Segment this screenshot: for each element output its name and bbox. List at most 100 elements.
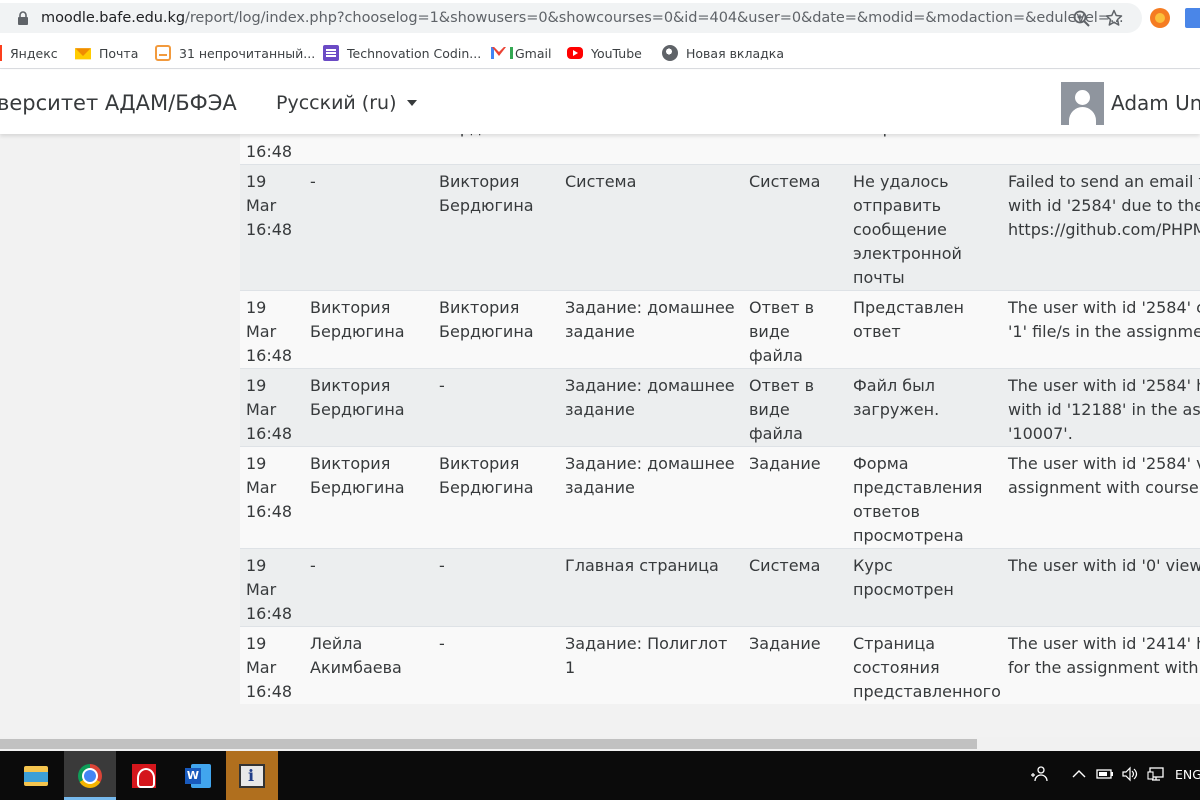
- time-line: Mar: [246, 658, 277, 677]
- table-row: 19 Mar 16:48 Виктория Бердюгина Виктория Бер…: [240, 290, 1200, 369]
- bookmark-inbox[interactable]: 31 непрочитанный...: [155, 43, 315, 63]
- cell-event-context[interactable]: Задание: домашнее задание: [559, 290, 743, 369]
- cell-affected-user[interactable]: Виктория Бердюгина: [433, 446, 559, 549]
- cell-event-context: [559, 134, 743, 165]
- cell-full-name[interactable]: Лейла Акимбаева: [304, 626, 433, 704]
- technovation-icon: [323, 45, 339, 61]
- description-line: Failed to send an email fr: [1008, 172, 1200, 191]
- site-navbar: верситет АДАМ/БФЭА Русский (ru) Adam Uni: [0, 70, 1200, 134]
- cell-affected-user[interactable]: Виктория Бердюгина: [433, 290, 559, 369]
- site-name-link[interactable]: верситет АДАМ/БФЭА: [0, 90, 237, 116]
- cell-affected-user[interactable]: Виктория Бердюгина: [433, 164, 559, 291]
- battery-icon[interactable]: [1096, 765, 1114, 783]
- page-content: Mar16:48Бердюгинаотправлено19Mar16:48-Ви…: [0, 134, 1200, 737]
- user-menu-name[interactable]: Adam Uni: [1111, 91, 1200, 115]
- avatar-body: [1069, 107, 1096, 125]
- time-line: 19: [246, 376, 267, 395]
- cell-time: Mar16:48: [240, 134, 304, 165]
- cell-full-name: [304, 134, 433, 165]
- yandex-icon: [0, 45, 2, 61]
- language-label: Русский (ru): [276, 92, 397, 114]
- cell-description: Failed to send an email fr with id '2584'…: [1002, 164, 1200, 291]
- url-text[interactable]: moodle.bafe.edu.kg/report/log/index.php?…: [41, 9, 1124, 27]
- language-menu[interactable]: Русский (ru): [276, 91, 417, 115]
- google-translate-icon[interactable]: [1185, 8, 1200, 28]
- url-host: moodle.bafe.edu.kg: [41, 10, 185, 26]
- scrollbar-thumb[interactable]: [0, 739, 977, 749]
- extension-icon[interactable]: [1150, 8, 1170, 28]
- volume-icon[interactable]: [1121, 765, 1139, 783]
- address-bar[interactable]: moodle.bafe.edu.kg/report/log/index.php?…: [0, 3, 1142, 33]
- time-line: Mar: [246, 322, 277, 341]
- cell-component: Система: [743, 164, 847, 291]
- bookmark-label: Новая вкладка: [686, 45, 784, 61]
- cell-time: 19 Mar 16:48: [240, 290, 304, 369]
- cell-affected-user: -: [433, 368, 559, 447]
- cell-affected-user[interactable]: Бердюгина: [433, 134, 559, 165]
- cell-event-context[interactable]: Задание: домашнее задание: [559, 368, 743, 447]
- bookmark-technovation[interactable]: Technovation Codin...: [323, 43, 481, 63]
- taskbar-word[interactable]: [172, 751, 224, 800]
- people-icon[interactable]: [1030, 765, 1048, 783]
- cell-time: 19 Mar 16:48: [240, 164, 304, 291]
- cell-event-name: Форма представления ответов просмотрена: [847, 446, 1002, 549]
- description-line: https://github.com/PHPM: [1008, 220, 1200, 239]
- cell-affected-user: -: [433, 626, 559, 704]
- taskbar-file-explorer[interactable]: [10, 751, 62, 800]
- file-explorer-icon: [24, 765, 48, 786]
- cell-event-context[interactable]: Задание: домашнее задание: [559, 446, 743, 549]
- bookmark-youtube[interactable]: YouTube: [567, 43, 642, 63]
- table-row: Mar16:48 Бердюгина отправлено: [240, 134, 1200, 165]
- cell-component: Система: [743, 548, 847, 627]
- cell-full-name[interactable]: Виктория Бердюгина: [304, 290, 433, 369]
- table-row: 19 Mar 16:48- Виктория Бердюгина Система Сист…: [240, 164, 1200, 291]
- description-line: '1' file/s in the assignmen: [1008, 322, 1200, 341]
- cell-event-name: Представлен ответ: [847, 290, 1002, 369]
- description-line: '10007'.: [1008, 424, 1073, 443]
- bookmark-label: Почта: [99, 45, 139, 61]
- taskbar-acrobat[interactable]: [118, 751, 170, 800]
- horizontal-scrollbar[interactable]: [0, 737, 1200, 751]
- cell-component: Задание: [743, 626, 847, 704]
- bookmarks-bar: Яндекс Почта 31 непрочитанный... Technov…: [0, 36, 1200, 69]
- cell-description: The user with id '0' viewe: [1002, 548, 1200, 627]
- bookmark-yandex[interactable]: Яндекс: [0, 43, 58, 63]
- cell-event-context[interactable]: Система: [559, 164, 743, 291]
- description-line: The user with id '2584' ha: [1008, 376, 1200, 395]
- time-line: Mar: [246, 478, 277, 497]
- cell-event-context[interactable]: Главная страница: [559, 548, 743, 627]
- cell-event-name: Не удалось отправить сообщение электронн…: [847, 164, 1002, 291]
- bookmark-gmail[interactable]: Gmail: [491, 43, 551, 63]
- user-avatar[interactable]: [1061, 82, 1104, 125]
- bookmark-new-tab[interactable]: Новая вкладка: [662, 43, 784, 63]
- chevron-up-icon[interactable]: [1070, 765, 1088, 783]
- lock-icon[interactable]: [17, 11, 29, 25]
- time-line: 16:48: [246, 424, 293, 443]
- time-line: 19: [246, 634, 267, 653]
- cell-component: Ответ в виде файла: [743, 368, 847, 447]
- windows-taskbar: ENG: [0, 751, 1200, 800]
- taskbar-help-viewer[interactable]: [226, 751, 278, 800]
- bookmark-star-icon[interactable]: [1105, 9, 1123, 27]
- time-line: 16:48: [246, 604, 293, 623]
- globe-icon: [662, 45, 678, 61]
- description-line: The user with id '0' viewe: [1008, 556, 1200, 575]
- cell-full-name[interactable]: Виктория Бердюгина: [304, 446, 433, 549]
- network-icon[interactable]: [1147, 765, 1165, 783]
- time-line: 19: [246, 172, 267, 191]
- table-row: 19 Mar 16:48 Виктория Бердюгина Виктория Бер…: [240, 446, 1200, 549]
- cell-event-context[interactable]: Задание: Полиглот 1: [559, 626, 743, 704]
- bookmark-pochta[interactable]: Почта: [75, 43, 138, 63]
- mail-icon: [75, 48, 91, 60]
- cell-time: 19 Mar 16:48: [240, 548, 304, 627]
- bookmark-label: Technovation Codin...: [347, 45, 482, 61]
- input-language-indicator[interactable]: ENG: [1175, 767, 1200, 782]
- log-table: Mar16:48Бердюгинаотправлено19Mar16:48-Ви…: [240, 134, 1200, 704]
- cell-full-name[interactable]: Виктория Бердюгина: [304, 368, 433, 447]
- time-line: 16:48: [246, 346, 293, 365]
- zoom-icon[interactable]: [1073, 10, 1090, 27]
- taskbar-chrome[interactable]: [64, 751, 116, 800]
- cell-description: The user with id '2414' ha for the assign…: [1002, 626, 1200, 704]
- log-table-body: Mar16:48Бердюгинаотправлено19Mar16:48-Ви…: [240, 134, 1200, 704]
- description-line: The user with id '2584' cr: [1008, 298, 1200, 317]
